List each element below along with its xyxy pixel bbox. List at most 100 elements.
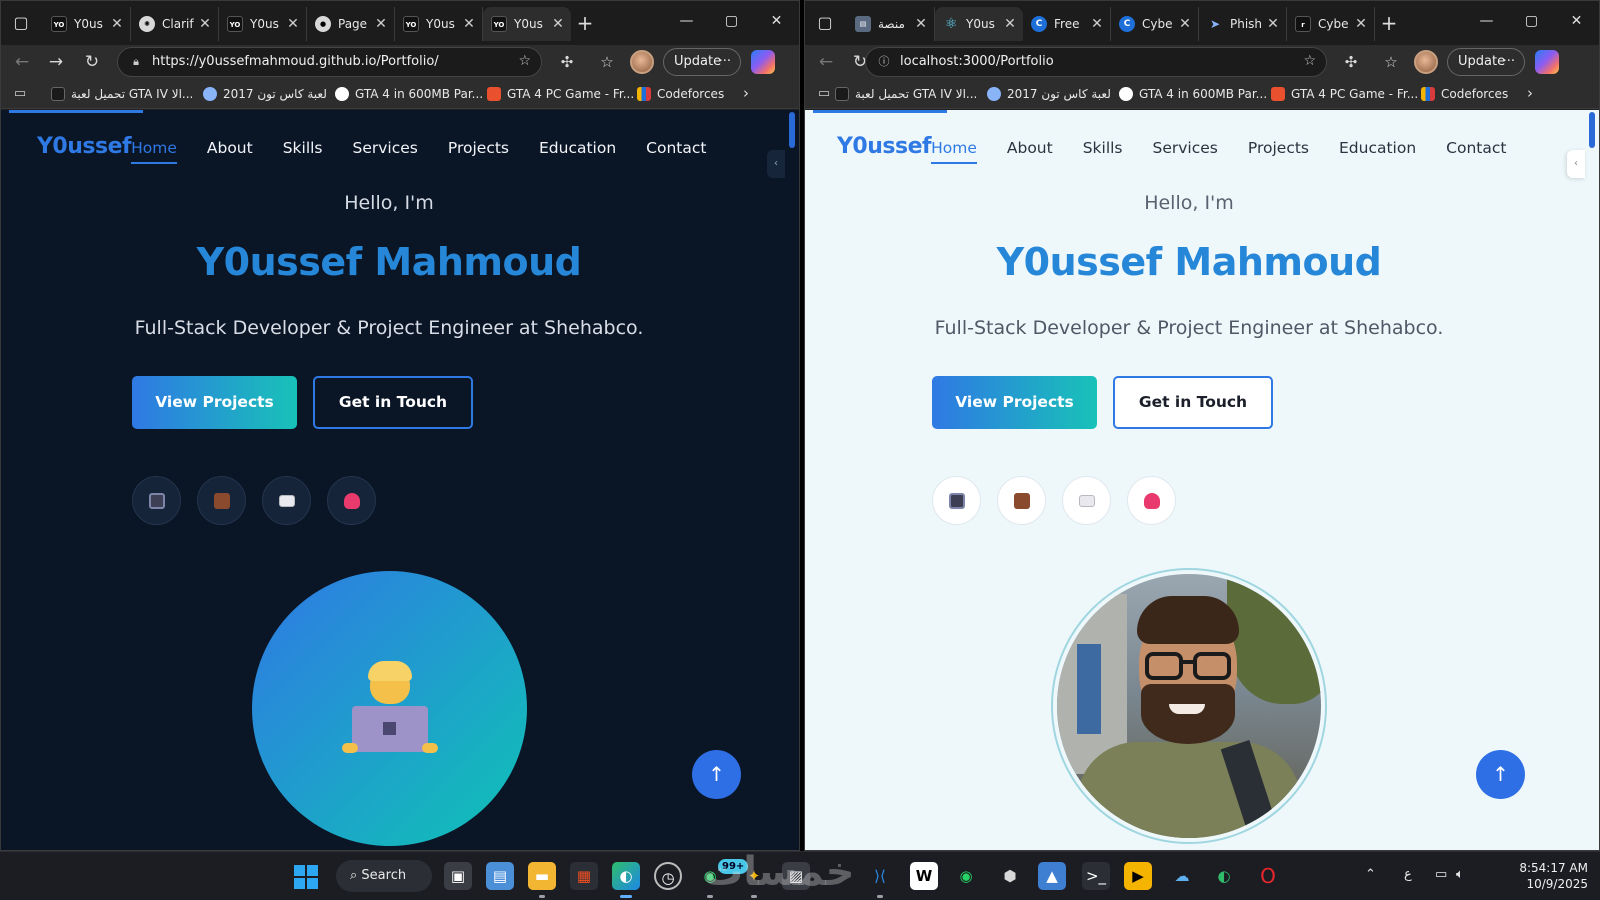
microsoft-store-icon[interactable]: ▦	[570, 862, 598, 890]
start-button[interactable]	[294, 865, 318, 889]
info-icon[interactable]: ⓘ	[876, 54, 892, 70]
bookmark-item[interactable]: تحميل لعبة GTA IV الا...	[51, 86, 193, 102]
tab-actions-icon[interactable]: ▢	[815, 13, 835, 33]
reload-icon[interactable]: ↻	[79, 49, 105, 75]
player-icon[interactable]: ▶	[1124, 862, 1152, 890]
site-logo[interactable]: Y0ussef	[37, 134, 132, 159]
close-tab-icon[interactable]: ✕	[198, 16, 212, 32]
github-desktop-icon[interactable]: ⬢	[996, 862, 1024, 890]
tab[interactable]: r Cybe ✕	[1287, 7, 1375, 41]
tab-actions-icon[interactable]: ▢	[11, 13, 31, 33]
lock-icon[interactable]: 🔒︎	[128, 54, 144, 70]
close-tab-icon[interactable]: ✕	[1178, 16, 1192, 32]
bookmark-item[interactable]: GTA 4 in 600MB Par...	[1119, 86, 1267, 102]
tab[interactable]: C Cybe ✕	[1111, 7, 1199, 41]
reading-view-icon[interactable]: ▭	[11, 85, 29, 103]
tab[interactable]: ● Page ✕	[307, 7, 395, 41]
scrollbar-thumb[interactable]	[1589, 112, 1595, 148]
nav-projects[interactable]: Projects	[1248, 139, 1309, 157]
more-icon[interactable]: ···	[1503, 49, 1515, 75]
terminal-icon[interactable]: >_	[1082, 862, 1110, 890]
nav-projects[interactable]: Projects	[448, 139, 509, 157]
close-tab-icon[interactable]: ✕	[1003, 16, 1017, 32]
favorites-icon[interactable]: ☆	[1379, 50, 1403, 74]
new-tab-icon[interactable]: +	[1375, 7, 1403, 41]
heart-icon[interactable]	[327, 476, 376, 525]
bookmark-item[interactable]: GTA 4 PC Game - Fr...	[1271, 86, 1418, 102]
close-tab-icon[interactable]: ✕	[1266, 16, 1280, 32]
bookmark-item[interactable]: Codeforces	[1421, 86, 1508, 102]
maximize-icon[interactable]: ▢	[709, 1, 754, 41]
network-icon[interactable]: ▭	[1435, 867, 1447, 882]
input-language[interactable]: ع	[1404, 867, 1412, 882]
tab[interactable]: ✺ Clarif ✕	[131, 7, 219, 41]
side-panel-toggle[interactable]: ‹	[767, 150, 785, 178]
minimize-icon[interactable]: —	[1464, 1, 1509, 41]
bookmark-item[interactable]: لعبة كاس تون 2017	[203, 86, 327, 102]
tab[interactable]: ➤ Phish ✕	[1199, 7, 1287, 41]
phone-icon[interactable]	[132, 476, 181, 525]
briefcase-icon[interactable]	[197, 476, 246, 525]
profile-avatar[interactable]	[1414, 50, 1438, 74]
briefcase-icon[interactable]	[997, 476, 1046, 525]
side-panel-toggle[interactable]: ‹	[1567, 150, 1585, 178]
file-explorer-icon[interactable]: ▬	[528, 862, 556, 898]
maximize-icon[interactable]: ▢	[1509, 1, 1554, 41]
edge-browser-icon[interactable]: ◐	[612, 862, 640, 898]
scrollbar[interactable]	[1585, 110, 1599, 850]
heart-icon[interactable]	[1127, 476, 1176, 525]
reading-view-icon[interactable]: ▭	[815, 85, 833, 103]
whatsapp-icon[interactable]: ◉	[952, 862, 980, 890]
tab-active[interactable]: YO Y0us ✕	[483, 7, 571, 41]
close-tab-icon[interactable]: ✕	[1090, 16, 1104, 32]
vscode-icon[interactable]: ⟩⟨	[866, 862, 894, 898]
nav-home[interactable]: Home	[131, 139, 177, 164]
nav-about[interactable]: About	[1007, 139, 1053, 157]
nav-education[interactable]: Education	[1339, 139, 1416, 157]
nav-home[interactable]: Home	[931, 139, 977, 164]
address-bar[interactable]: 🔒︎ https://y0ussefmahmoud.github.io/Port…	[117, 47, 542, 77]
nav-about[interactable]: About	[207, 139, 253, 157]
new-tab-icon[interactable]: +	[571, 7, 599, 41]
close-tab-icon[interactable]: ✕	[551, 16, 565, 32]
chevron-right-icon[interactable]: ›	[743, 84, 749, 102]
back-icon[interactable]: ←	[813, 49, 839, 75]
tab[interactable]: YO Y0us ✕	[395, 7, 483, 41]
copilot-icon[interactable]	[1535, 50, 1559, 74]
tab[interactable]: YO Y0us ✕	[43, 7, 131, 41]
photo-editor-icon[interactable]: ▲	[1038, 862, 1066, 890]
close-tab-icon[interactable]: ✕	[462, 16, 476, 32]
bookmark-item[interactable]: GTA 4 PC Game - Fr...	[487, 86, 634, 102]
task-view-icon[interactable]: ▣	[444, 862, 472, 890]
notepad-icon[interactable]: ▤	[486, 862, 514, 890]
close-tab-icon[interactable]: ✕	[110, 16, 124, 32]
nav-skills[interactable]: Skills	[283, 139, 323, 157]
tab-active[interactable]: ⚛ Y0us ✕	[935, 7, 1023, 41]
nav-services[interactable]: Services	[1153, 139, 1218, 157]
favorite-star-icon[interactable]: ☆	[518, 53, 531, 69]
extensions-icon[interactable]: ✣	[555, 50, 579, 74]
nav-contact[interactable]: Contact	[646, 139, 706, 157]
bookmark-item[interactable]: لعبة كاس تون 2017	[987, 86, 1111, 102]
forward-icon[interactable]: →	[43, 49, 69, 75]
favorites-icon[interactable]: ☆	[595, 50, 619, 74]
bookmark-item[interactable]: Codeforces	[637, 86, 724, 102]
docker-icon[interactable]: ☁	[1168, 862, 1196, 890]
tab[interactable]: C Free ✕	[1023, 7, 1111, 41]
envelope-icon[interactable]	[1062, 476, 1111, 525]
edge-dev-icon[interactable]: ◐	[1210, 862, 1238, 890]
get-in-touch-button[interactable]: Get in Touch	[1113, 376, 1273, 429]
scrollbar-thumb[interactable]	[789, 112, 795, 148]
tab[interactable]: YO Y0us ✕	[219, 7, 307, 41]
more-icon[interactable]: ···	[719, 49, 731, 75]
envelope-icon[interactable]	[262, 476, 311, 525]
scroll-to-top-button[interactable]: ↑	[1476, 750, 1525, 799]
clock-app-icon[interactable]: ◷	[654, 862, 682, 890]
site-logo[interactable]: Y0ussef	[837, 134, 932, 159]
scroll-to-top-button[interactable]: ↑	[692, 750, 741, 799]
update-button[interactable]: Update ···	[663, 48, 741, 76]
close-tab-icon[interactable]: ✕	[1354, 16, 1368, 32]
wps-icon[interactable]: W	[910, 862, 938, 890]
view-projects-button[interactable]: View Projects	[132, 376, 297, 429]
view-projects-button[interactable]: View Projects	[932, 376, 1097, 429]
